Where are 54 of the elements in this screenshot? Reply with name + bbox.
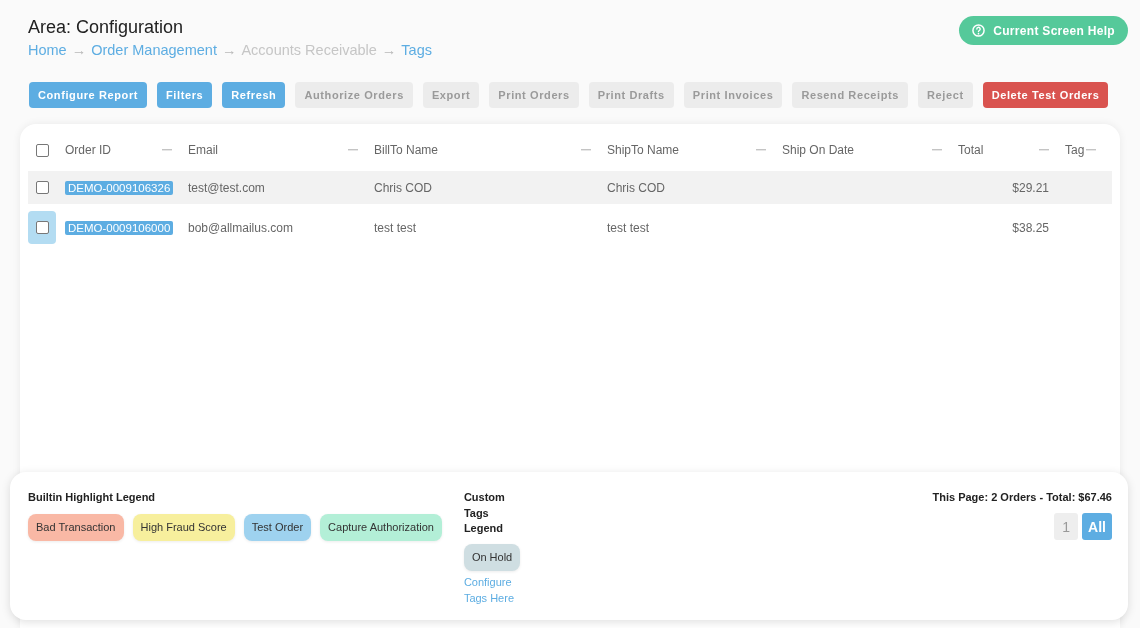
toolbar-button[interactable]: Delete Test Orders <box>982 82 1109 108</box>
breadcrumb-separator: → <box>381 41 397 60</box>
dash-icon[interactable] <box>348 149 358 151</box>
legend-chip: Bad Transaction <box>28 513 124 541</box>
dash-icon[interactable] <box>756 149 766 151</box>
dash-icon[interactable] <box>162 149 172 151</box>
column-header[interactable]: BillTo Name <box>374 143 439 157</box>
help-button[interactable]: Current Screen Help <box>959 16 1128 45</box>
dash-icon[interactable] <box>1086 149 1096 151</box>
column-header[interactable]: Ship On Date <box>782 143 855 157</box>
column-header[interactable]: Email <box>188 143 218 157</box>
breadcrumb-separator: → <box>221 41 237 60</box>
page-title: Area: Configuration <box>28 16 185 38</box>
table-row[interactable]: DEMO-0009106000 bob@allmailus.com test test test test $38.25 <box>28 207 1112 248</box>
legend-chip: Test Order <box>243 513 312 541</box>
row-checkbox[interactable] <box>35 221 49 234</box>
breadcrumb-link[interactable]: Tags <box>401 40 432 60</box>
page-summary: This Page: 2 Orders - Total: $67.46 <box>932 490 1112 505</box>
breadcrumb-separator: → <box>71 41 87 60</box>
table-cell: Chris COD <box>374 180 432 195</box>
legend-chip: High Fraud Score <box>132 513 235 541</box>
page-button[interactable]: 1 <box>1054 513 1079 540</box>
page-button[interactable]: All <box>1082 513 1112 540</box>
legend-title: Builtin Highlight Legend <box>28 490 157 505</box>
checkbox-cell[interactable] <box>28 211 56 244</box>
legend-chip: Capture Authorization <box>320 513 442 541</box>
toolbar-button[interactable]: Refresh <box>222 82 286 108</box>
dash-icon[interactable] <box>1039 149 1049 151</box>
table-cell: test test <box>374 220 417 235</box>
table-cell: $29.21 <box>1012 180 1049 195</box>
breadcrumb-link[interactable]: Home <box>28 40 67 60</box>
table-cell: test@test.com <box>188 180 265 195</box>
table-cell: $38.25 <box>1012 220 1049 235</box>
toolbar-button[interactable]: Filters <box>157 82 213 108</box>
toolbar-button[interactable]: Configure Report <box>29 82 148 108</box>
select-all-checkbox[interactable] <box>35 143 49 157</box>
row-checkbox[interactable] <box>35 181 49 194</box>
table-row[interactable]: DEMO-0009106326 test@test.com Chris COD Chris COD $29.21 <box>28 171 1112 204</box>
order-id-link[interactable]: DEMO-0009106326 <box>65 180 174 195</box>
table-cell: Chris COD <box>607 180 665 195</box>
dash-icon[interactable] <box>581 149 591 151</box>
configure-tags-link[interactable]: Configure Tags Here <box>463 573 524 606</box>
column-header[interactable]: Total <box>958 143 984 157</box>
dash-icon[interactable] <box>932 149 942 151</box>
table-cell: test test <box>607 220 650 235</box>
column-header[interactable]: ShipTo Name <box>607 143 680 157</box>
help-icon <box>972 24 986 37</box>
legend-title: Custom Tags Legend <box>463 490 506 536</box>
tag-chip: On Hold <box>463 543 521 571</box>
breadcrumb-link[interactable]: Order Management <box>91 40 217 60</box>
order-id-link[interactable]: DEMO-0009106000 <box>65 220 174 235</box>
column-header[interactable]: Tag <box>1065 143 1085 157</box>
table-cell: bob@allmailus.com <box>188 220 293 235</box>
column-header[interactable]: Order ID <box>65 143 111 157</box>
